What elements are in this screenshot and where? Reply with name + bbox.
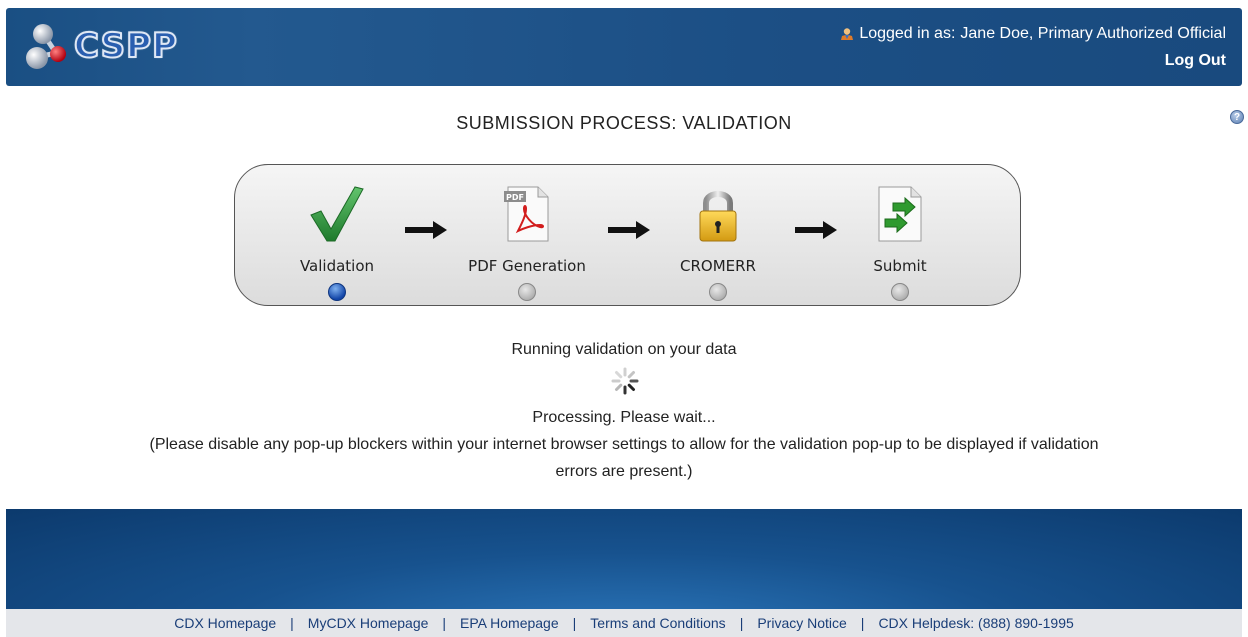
step-label: Validation — [299, 257, 375, 275]
logout-link[interactable]: Log Out — [1165, 52, 1226, 70]
status-running: Running validation on your data — [511, 341, 737, 358]
footer-link-cdx-homepage[interactable]: CDX Homepage — [174, 615, 276, 631]
status-processing: Processing. Please wait... — [532, 409, 716, 426]
step-submit: Submit — [830, 177, 970, 301]
footer-separator: | — [739, 615, 744, 631]
user-info: Logged in as: Jane Doe, Primary Authoriz… — [840, 25, 1226, 43]
popup-note-line1: (Please disable any pop-up blockers with… — [149, 436, 1099, 453]
footer-link-epa-homepage[interactable]: EPA Homepage — [460, 615, 559, 631]
footer-links: CDX Homepage | MyCDX Homepage | EPA Home… — [6, 609, 1242, 637]
pdf-document-icon: PDF — [504, 186, 549, 242]
arrow-right-icon — [405, 221, 447, 239]
footer-link-mycdx-homepage[interactable]: MyCDX Homepage — [308, 615, 429, 631]
logged-in-prefix: Logged in as: — [859, 25, 956, 42]
page-title: SUBMISSION PROCESS: VALIDATION — [456, 113, 792, 133]
footer-link-helpdesk[interactable]: CDX Helpdesk: (888) 890-1995 — [878, 615, 1073, 631]
popup-note-line2: errors are present.) — [555, 463, 693, 480]
footer-banner — [6, 509, 1242, 609]
footer-separator: | — [442, 615, 447, 631]
step-cromerr: CROMERR — [648, 177, 788, 301]
step-indicator — [709, 283, 727, 301]
footer-link-terms[interactable]: Terms and Conditions — [590, 615, 725, 631]
footer-separator: | — [860, 615, 865, 631]
logo-text: CSPP — [73, 25, 178, 67]
site-header: CSPP Logged in as: Jane Doe, Primary Aut… — [6, 8, 1242, 86]
padlock-icon — [699, 191, 737, 242]
arrow-right-icon — [608, 221, 650, 239]
molecule-icon — [26, 24, 66, 69]
step-label: Submit — [873, 257, 927, 275]
cspp-logo[interactable]: CSPP — [24, 16, 178, 76]
step-indicator-active — [328, 283, 346, 301]
submission-stepper: Validation PDF PDF Generation CROMERR Su… — [234, 164, 1021, 306]
step-label: CROMERR — [680, 257, 756, 275]
footer-separator: | — [572, 615, 577, 631]
step-indicator — [518, 283, 536, 301]
user-name: Jane Doe, Primary Authorized Official — [960, 25, 1226, 42]
checkmark-icon — [310, 186, 364, 242]
svg-text:PDF: PDF — [506, 193, 524, 202]
footer-separator: | — [290, 615, 294, 631]
submit-document-icon — [878, 186, 922, 242]
footer-link-privacy[interactable]: Privacy Notice — [757, 615, 846, 631]
step-label: PDF Generation — [468, 257, 586, 275]
loading-spinner-icon — [611, 367, 639, 395]
user-icon — [841, 28, 854, 40]
step-indicator — [891, 283, 909, 301]
step-validation: Validation — [267, 177, 407, 301]
step-pdf-generation: PDF PDF Generation — [457, 177, 597, 301]
